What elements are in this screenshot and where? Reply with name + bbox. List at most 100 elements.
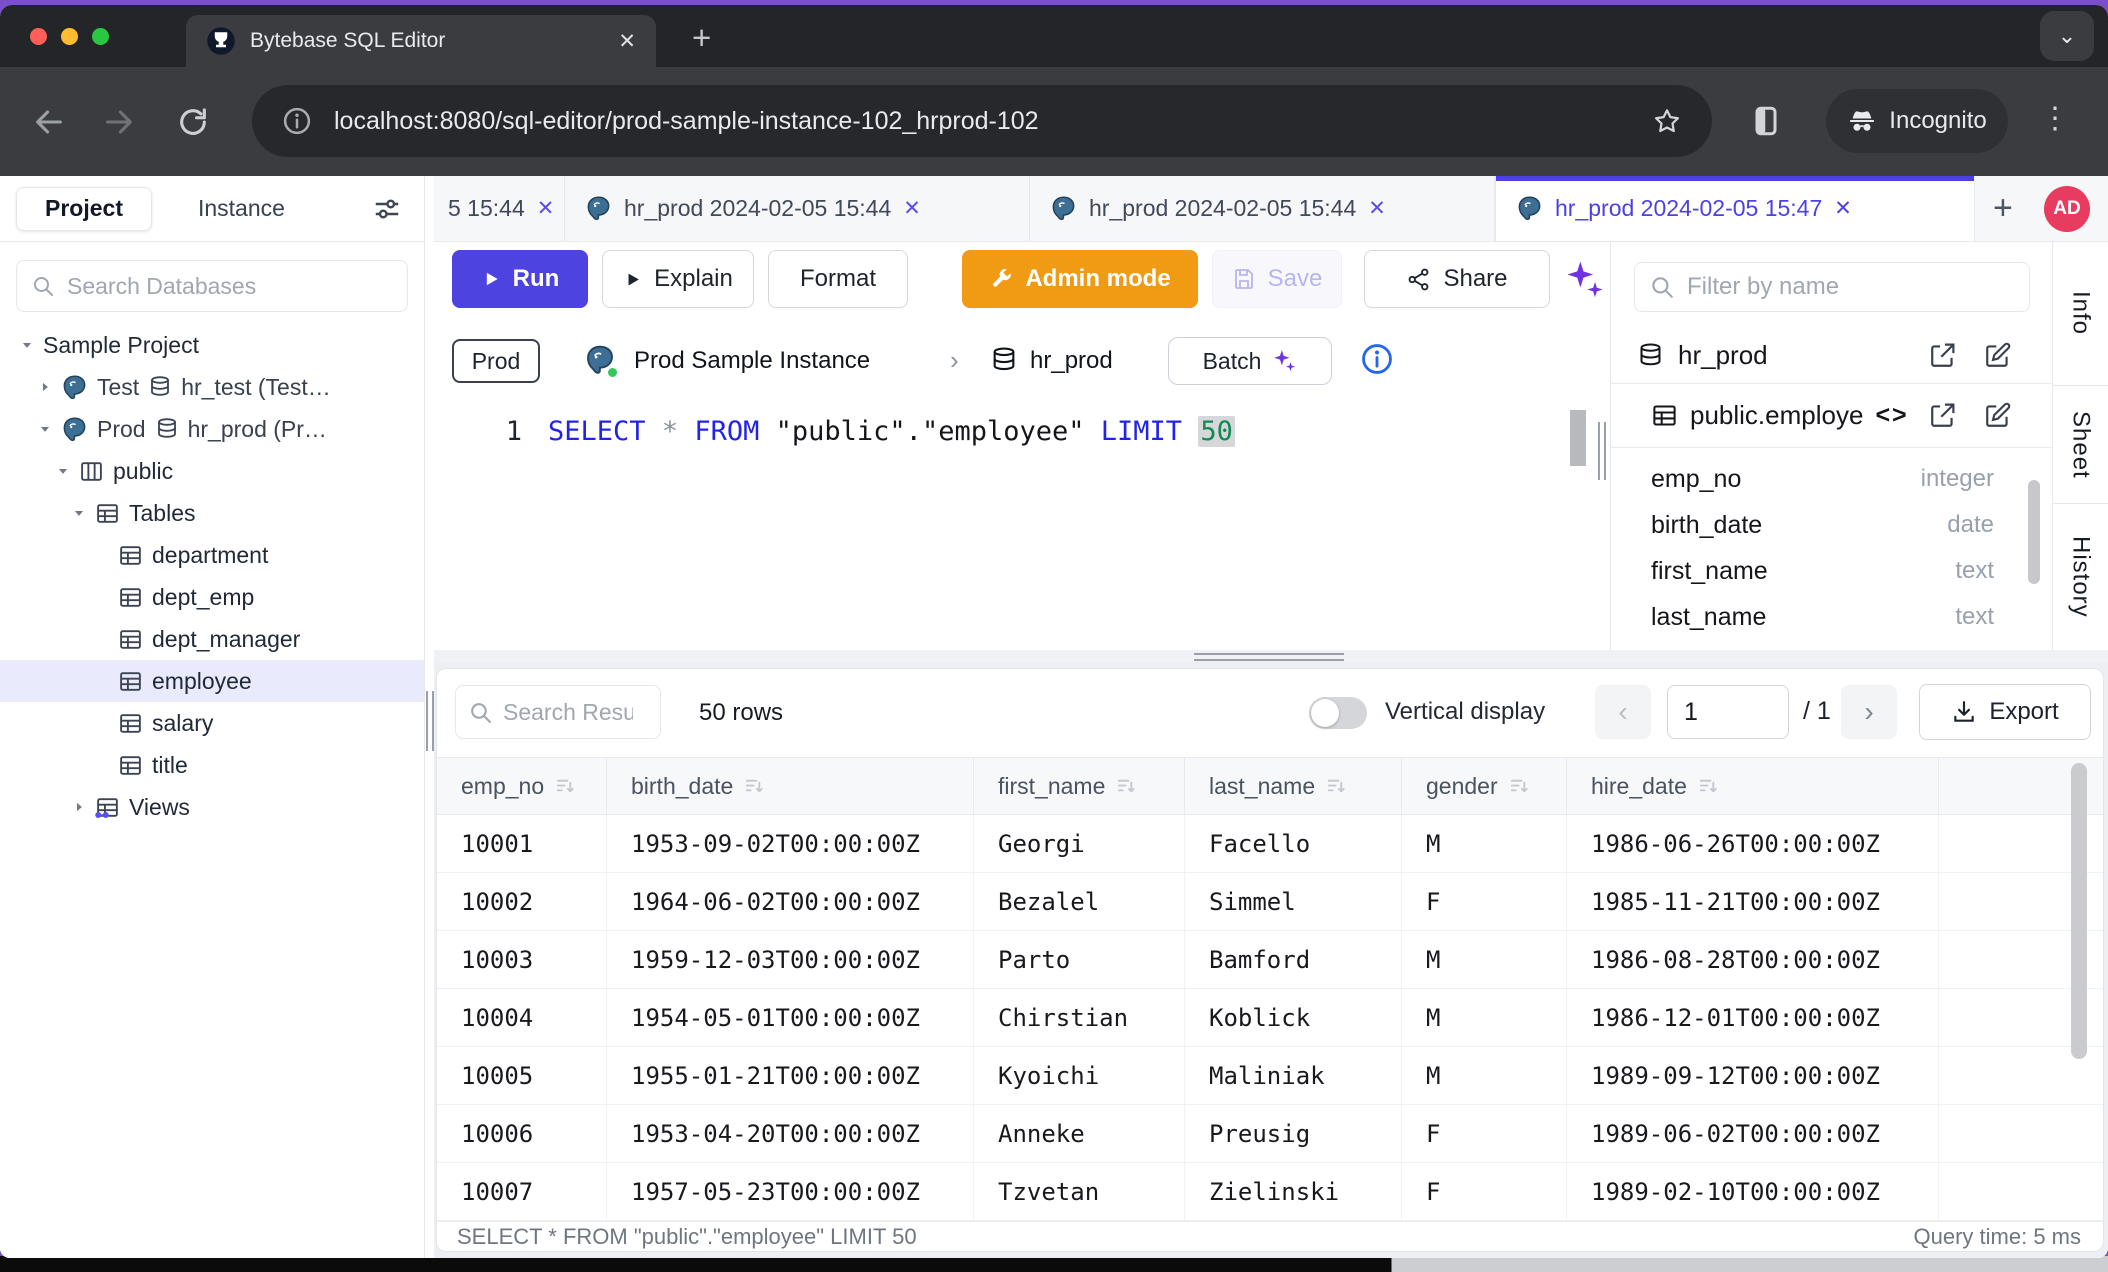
cell[interactable]: M [1402,931,1567,988]
cell[interactable]: F [1402,1163,1567,1220]
edit-icon[interactable] [1983,341,2012,370]
cell[interactable]: 1989-09-12T00:00:00Z [1567,1047,1939,1104]
tree-item-project[interactable]: Sample Project [0,324,424,366]
table-row[interactable]: 100051955-01-21T00:00:00ZKyoichiMaliniak… [437,1047,2103,1105]
cell[interactable]: Parto [974,931,1185,988]
cell[interactable]: 10005 [437,1047,607,1104]
database-search[interactable] [16,260,408,312]
database-name[interactable]: hr_prod [1030,347,1113,375]
column-header[interactable]: last_name [1185,758,1402,814]
vertical-display-toggle[interactable] [1309,697,1367,729]
cell[interactable]: F [1402,1105,1567,1162]
address-bar[interactable]: localhost:8080/sql-editor/prod-sample-in… [252,85,1712,157]
column-header[interactable]: gender [1402,758,1567,814]
cell[interactable]: Bamford [1185,931,1402,988]
external-link-icon[interactable] [1928,341,1957,370]
schema-column[interactable]: birth_date date [1611,502,2052,548]
tree-item-table-employee-selected[interactable]: employee [0,660,424,702]
back-button[interactable] [32,105,66,139]
tab-close-icon[interactable]: ✕ [618,29,636,54]
tab-search-button[interactable]: ⌄ [2040,11,2094,61]
cell[interactable]: Kyoichi [974,1047,1185,1104]
forward-button[interactable] [102,105,136,139]
new-browser-tab-button[interactable]: + [692,19,711,57]
cell[interactable]: 10002 [437,873,607,930]
tree-item-table-department[interactable]: department [0,534,424,576]
format-button[interactable]: Format [768,250,908,308]
cell[interactable]: Chirstian [974,989,1185,1046]
column-header[interactable]: first_name [974,758,1185,814]
close-tab-icon[interactable]: ✕ [1368,196,1386,221]
table-row[interactable]: 100071957-05-23T00:00:00ZTzvetanZielinsk… [437,1163,2103,1221]
sort-icon[interactable] [743,775,766,798]
query-tab-2[interactable]: hr_prod 2024-02-05 15:44 ✕ [565,176,1030,241]
save-button-disabled[interactable]: Save [1212,250,1342,308]
sort-icon[interactable] [1115,775,1138,798]
close-tab-icon[interactable]: ✕ [903,196,921,221]
batch-button[interactable]: Batch [1168,337,1332,385]
tree-item-table-title[interactable]: title [0,744,424,786]
cell[interactable]: 1955-01-21T00:00:00Z [607,1047,974,1104]
schema-column[interactable]: first_name text [1611,548,2052,594]
cell[interactable]: M [1402,1047,1567,1104]
sidebar-resize-divider[interactable] [424,176,434,1258]
schema-scrollbar[interactable] [2028,480,2040,584]
reload-button[interactable] [176,105,210,139]
tree-item-prod-db[interactable]: Prod hr_prod (Pr… [0,408,424,450]
cell[interactable]: 1954-05-01T00:00:00Z [607,989,974,1046]
table-row[interactable]: 100021964-06-02T00:00:00ZBezalelSimmelF1… [437,873,2103,931]
new-query-tab-button[interactable]: + [1993,189,2013,228]
sort-icon[interactable] [1697,775,1720,798]
table-row[interactable]: 100061953-04-20T00:00:00ZAnnekePreusigF1… [437,1105,2103,1163]
minimize-window-button[interactable] [61,28,78,45]
prev-page-button[interactable]: ‹ [1595,685,1651,739]
schema-database-row[interactable]: hr_prod [1611,328,2052,384]
cell[interactable]: Georgi [974,815,1185,872]
cell[interactable]: 10004 [437,989,607,1046]
tree-item-table-salary[interactable]: salary [0,702,424,744]
schema-column[interactable]: emp_no integer [1611,456,2052,502]
cell[interactable]: 10007 [437,1163,607,1220]
rail-tab-info[interactable]: Info [2053,242,2108,386]
sort-icon[interactable] [1508,775,1531,798]
results-search-input[interactable] [503,699,633,726]
cell[interactable]: 1957-05-23T00:00:00Z [607,1163,974,1220]
ai-sparkles-icon[interactable] [1562,258,1606,302]
tab-instance[interactable]: Instance [198,195,285,222]
next-page-button[interactable]: › [1841,685,1897,739]
cell[interactable]: M [1402,989,1567,1046]
side-panel-icon[interactable] [1748,103,1784,139]
tree-item-schema-public[interactable]: public [0,450,424,492]
edit-icon[interactable] [1983,401,2012,430]
cell[interactable]: Tzvetan [974,1163,1185,1220]
cell[interactable]: Zielinski [1185,1163,1402,1220]
close-window-button[interactable] [30,28,47,45]
table-row[interactable]: 100011953-09-02T00:00:00ZGeorgiFacelloM1… [437,815,2103,873]
cell[interactable]: Facello [1185,815,1402,872]
tree-settings-icon[interactable] [372,194,402,224]
tree-item-test-db[interactable]: Test hr_test (Test… [0,366,424,408]
splitter-drag-handle[interactable] [1194,653,1344,661]
tree-item-tables-group[interactable]: Tables [0,492,424,534]
cell[interactable]: M [1402,815,1567,872]
cell[interactable]: 1989-06-02T00:00:00Z [1567,1105,1939,1162]
cell[interactable]: 1953-09-02T00:00:00Z [607,815,974,872]
tab-project[interactable]: Project [16,187,152,231]
panel-resize-handle[interactable] [1598,422,1606,480]
results-scrollbar[interactable] [2071,763,2087,1059]
caret-right-icon[interactable] [72,800,86,814]
schema-table-row[interactable]: public.employe <> [1611,384,2052,448]
cell[interactable]: Simmel [1185,873,1402,930]
cell[interactable]: 1986-12-01T00:00:00Z [1567,989,1939,1046]
query-tab-1[interactable]: 5 15:44 ✕ [434,176,565,241]
info-icon[interactable] [1360,342,1394,376]
site-info-icon[interactable] [282,106,312,136]
cell[interactable]: Preusig [1185,1105,1402,1162]
instance-name[interactable]: Prod Sample Instance [634,347,870,375]
sidebar-resize-handle[interactable] [426,691,434,751]
explain-button[interactable]: Explain [602,250,754,308]
query-tab-4-active[interactable]: hr_prod 2024-02-05 15:47 ✕ [1495,176,1975,241]
column-header[interactable]: emp_no [437,758,607,814]
cell[interactable]: 1986-08-28T00:00:00Z [1567,931,1939,988]
cell[interactable]: Anneke [974,1105,1185,1162]
